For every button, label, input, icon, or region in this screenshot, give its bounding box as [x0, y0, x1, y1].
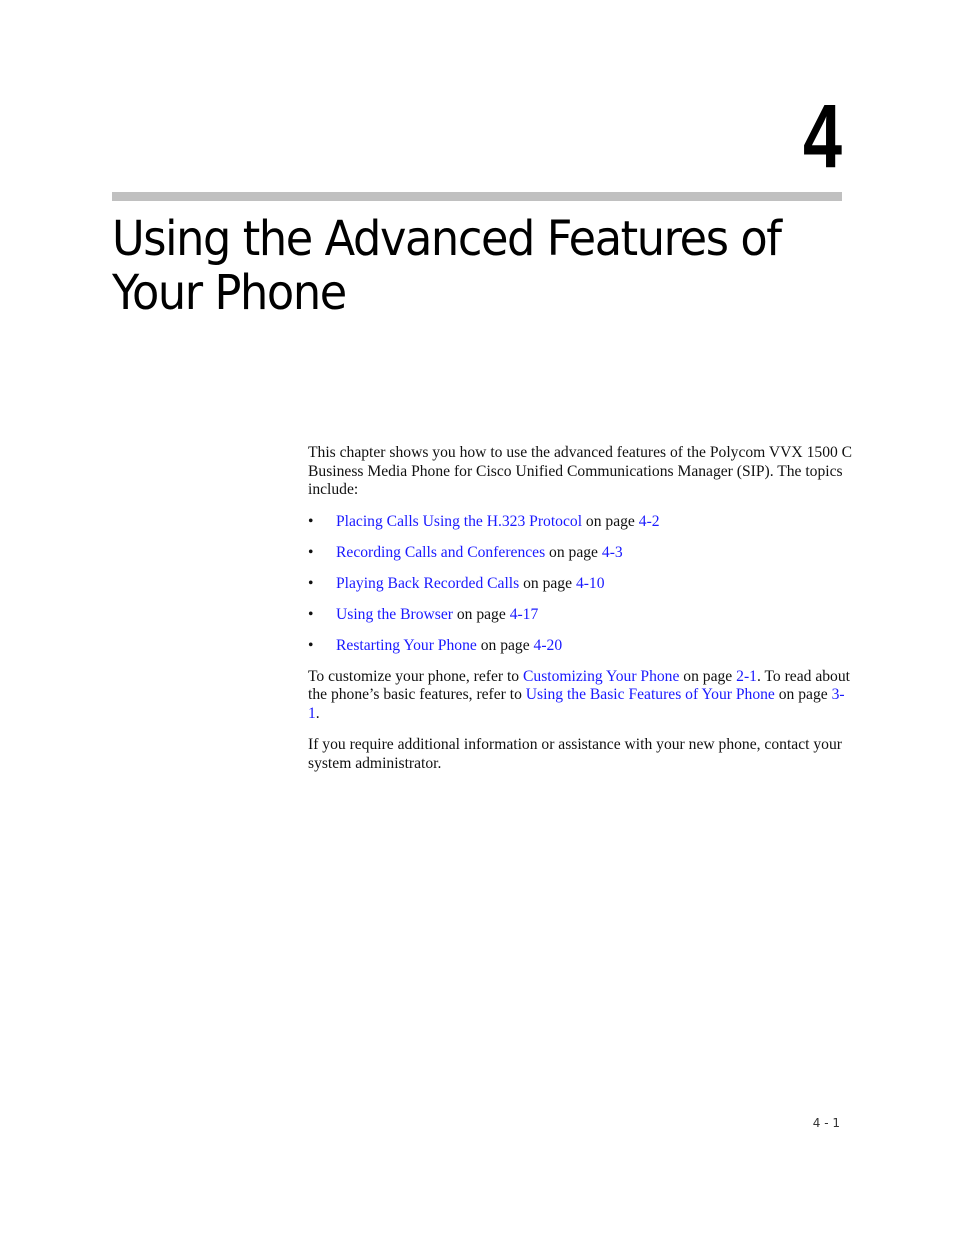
topic-item: • Using the Browser on page 4-17 [308, 606, 853, 625]
text: on page [774, 686, 832, 703]
basic-features-link[interactable]: Using the Basic Features of Your Phone [526, 686, 775, 703]
chapter-title: Using the Advanced Features of Your Phon… [112, 211, 782, 321]
bullet-icon: • [308, 574, 314, 592]
page-ref-link[interactable]: 4-17 [510, 606, 539, 623]
bullet-icon: • [308, 543, 314, 561]
on-page-text: on page [476, 636, 534, 654]
topic-item: • Placing Calls Using the H.323 Protocol… [308, 513, 853, 532]
topic-link[interactable]: Placing Calls Using the H.323 Protocol [336, 513, 582, 530]
closing-paragraph: If you require additional information or… [308, 736, 842, 772]
bullet-icon: • [308, 605, 314, 623]
topic-link[interactable]: Playing Back Recorded Calls [336, 575, 519, 592]
topic-link[interactable]: Recording Calls and Conferences [336, 544, 545, 561]
chapter-number: 4 [802, 87, 842, 187]
on-page-text: on page [452, 605, 510, 623]
on-page-text: on page [519, 574, 576, 592]
text: . [315, 704, 320, 722]
on-page-text: on page [582, 512, 639, 530]
topic-item: • Restarting Your Phone on page 4-20 [308, 637, 853, 656]
on-page-text: on page [545, 543, 602, 561]
text: on page [679, 667, 737, 685]
page-number: 4 - 1 [812, 1116, 840, 1130]
page-ref-link[interactable]: 4-3 [602, 544, 623, 561]
customize-paragraph: To customize your phone, refer to Custom… [308, 668, 853, 724]
chapter-divider [112, 192, 842, 201]
page-ref-link[interactable]: 4-10 [576, 575, 605, 592]
text: To customize your phone, refer to [308, 667, 523, 685]
chapter-body: This chapter shows you how to use the ad… [308, 444, 853, 786]
intro-paragraph: This chapter shows you how to use the ad… [308, 444, 853, 498]
topic-item: • Playing Back Recorded Calls on page 4-… [308, 575, 853, 594]
bullet-icon: • [308, 512, 314, 530]
topic-link[interactable]: Using the Browser [336, 606, 453, 623]
page-ref-link[interactable]: 2-1 [736, 668, 757, 685]
topics-list: • Placing Calls Using the H.323 Protocol… [308, 513, 853, 656]
page-ref-link[interactable]: 4-20 [534, 637, 563, 654]
customizing-link[interactable]: Customizing Your Phone [523, 668, 679, 685]
bullet-icon: • [308, 636, 314, 654]
topic-link[interactable]: Restarting Your Phone [336, 637, 477, 654]
topic-item: • Recording Calls and Conferences on pag… [308, 544, 853, 563]
page-ref-link[interactable]: 4-2 [639, 513, 660, 530]
